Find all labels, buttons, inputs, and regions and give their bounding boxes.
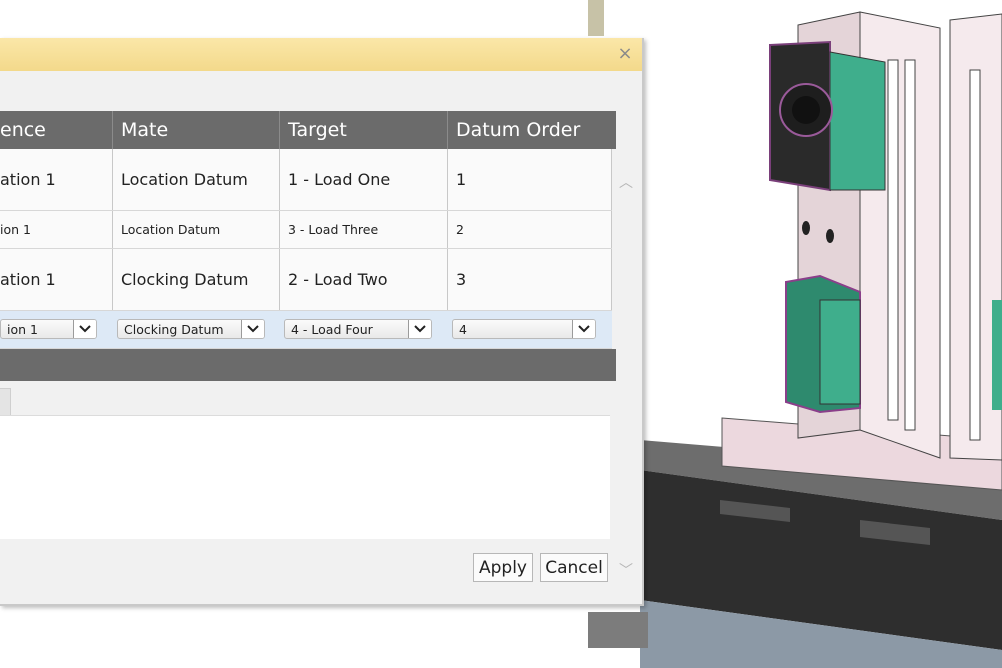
pin-stub xyxy=(588,0,604,36)
panel-content-area xyxy=(0,415,610,539)
chevron-down-icon[interactable] xyxy=(408,320,431,338)
right-edge-green xyxy=(992,300,1002,410)
dialog-title-bar[interactable]: × xyxy=(0,38,642,71)
target-dropdown[interactable]: 4 - Load Four xyxy=(284,319,432,339)
table-row-editing[interactable]: ion 1 Clocking Datum 4 - Load Four 4 xyxy=(0,311,612,349)
screw-hole-1 xyxy=(802,221,810,235)
chevron-down-icon[interactable] xyxy=(73,320,96,338)
cell-datum-order: 2 xyxy=(448,211,612,248)
datum-dialog: × ence Mate Target Datum Order ation 1 L… xyxy=(0,38,644,606)
screw-hole-2 xyxy=(826,229,834,243)
cell-target: 2 - Load Two xyxy=(280,249,448,310)
datum-order-dropdown[interactable]: 4 xyxy=(452,319,596,339)
close-icon[interactable]: × xyxy=(616,45,634,63)
scroll-up-icon[interactable]: ︿ xyxy=(616,172,636,191)
chevron-down-icon[interactable] xyxy=(572,320,595,338)
table-row[interactable]: ion 1 Location Datum 3 - Load Three 2 xyxy=(0,211,612,249)
column-header-target[interactable]: Target xyxy=(280,111,448,149)
cell-reference: ion 1 xyxy=(0,211,113,248)
grid-footer-bar xyxy=(0,349,616,381)
lower-block-face xyxy=(819,299,861,405)
tower-slot-2 xyxy=(904,59,916,431)
cell-reference: ation 1 xyxy=(0,249,113,310)
table-row[interactable]: ation 1 Clocking Datum 2 - Load Two 3 xyxy=(0,249,612,311)
table-row[interactable]: ation 1 Location Datum 1 - Load One 1 xyxy=(0,149,612,211)
cell-reference: ation 1 xyxy=(0,149,113,210)
grid-header: ence Mate Target Datum Order xyxy=(0,111,616,149)
column-header-mate[interactable]: Mate xyxy=(113,111,280,149)
scrollbar[interactable] xyxy=(612,149,640,604)
reference-dropdown[interactable]: ion 1 xyxy=(0,319,97,339)
column-header-reference[interactable]: ence xyxy=(0,111,113,149)
cell-mate: Clocking Datum xyxy=(113,249,280,310)
chevron-down-icon[interactable] xyxy=(241,320,264,338)
tower-right-slot xyxy=(969,69,981,441)
scroll-down-icon[interactable]: ﹀ xyxy=(616,560,636,579)
cancel-button[interactable]: Cancel xyxy=(540,553,608,582)
base-ring xyxy=(588,612,648,648)
mate-dropdown-value: Clocking Datum xyxy=(124,321,224,337)
cell-mate: Location Datum xyxy=(113,211,280,248)
upper-block-green xyxy=(829,51,886,191)
grid-body: ation 1 Location Datum 1 - Load One 1 io… xyxy=(0,149,612,349)
datum-order-dropdown-value: 4 xyxy=(459,321,467,337)
reference-dropdown-value: ion 1 xyxy=(7,321,38,337)
panel-tab[interactable] xyxy=(0,388,11,417)
cell-mate: Location Datum xyxy=(113,149,280,210)
apply-button[interactable]: Apply xyxy=(473,553,533,582)
cell-datum-order: 3 xyxy=(448,249,612,310)
mate-dropdown[interactable]: Clocking Datum xyxy=(117,319,265,339)
column-header-datum-order[interactable]: Datum Order xyxy=(448,111,616,149)
tower-slot-1 xyxy=(887,59,899,421)
cell-datum-order: 1 xyxy=(448,149,612,210)
target-dropdown-value: 4 - Load Four xyxy=(291,321,373,337)
bore-inner xyxy=(792,96,820,124)
cell-target: 1 - Load One xyxy=(280,149,448,210)
cell-target: 3 - Load Three xyxy=(280,211,448,248)
